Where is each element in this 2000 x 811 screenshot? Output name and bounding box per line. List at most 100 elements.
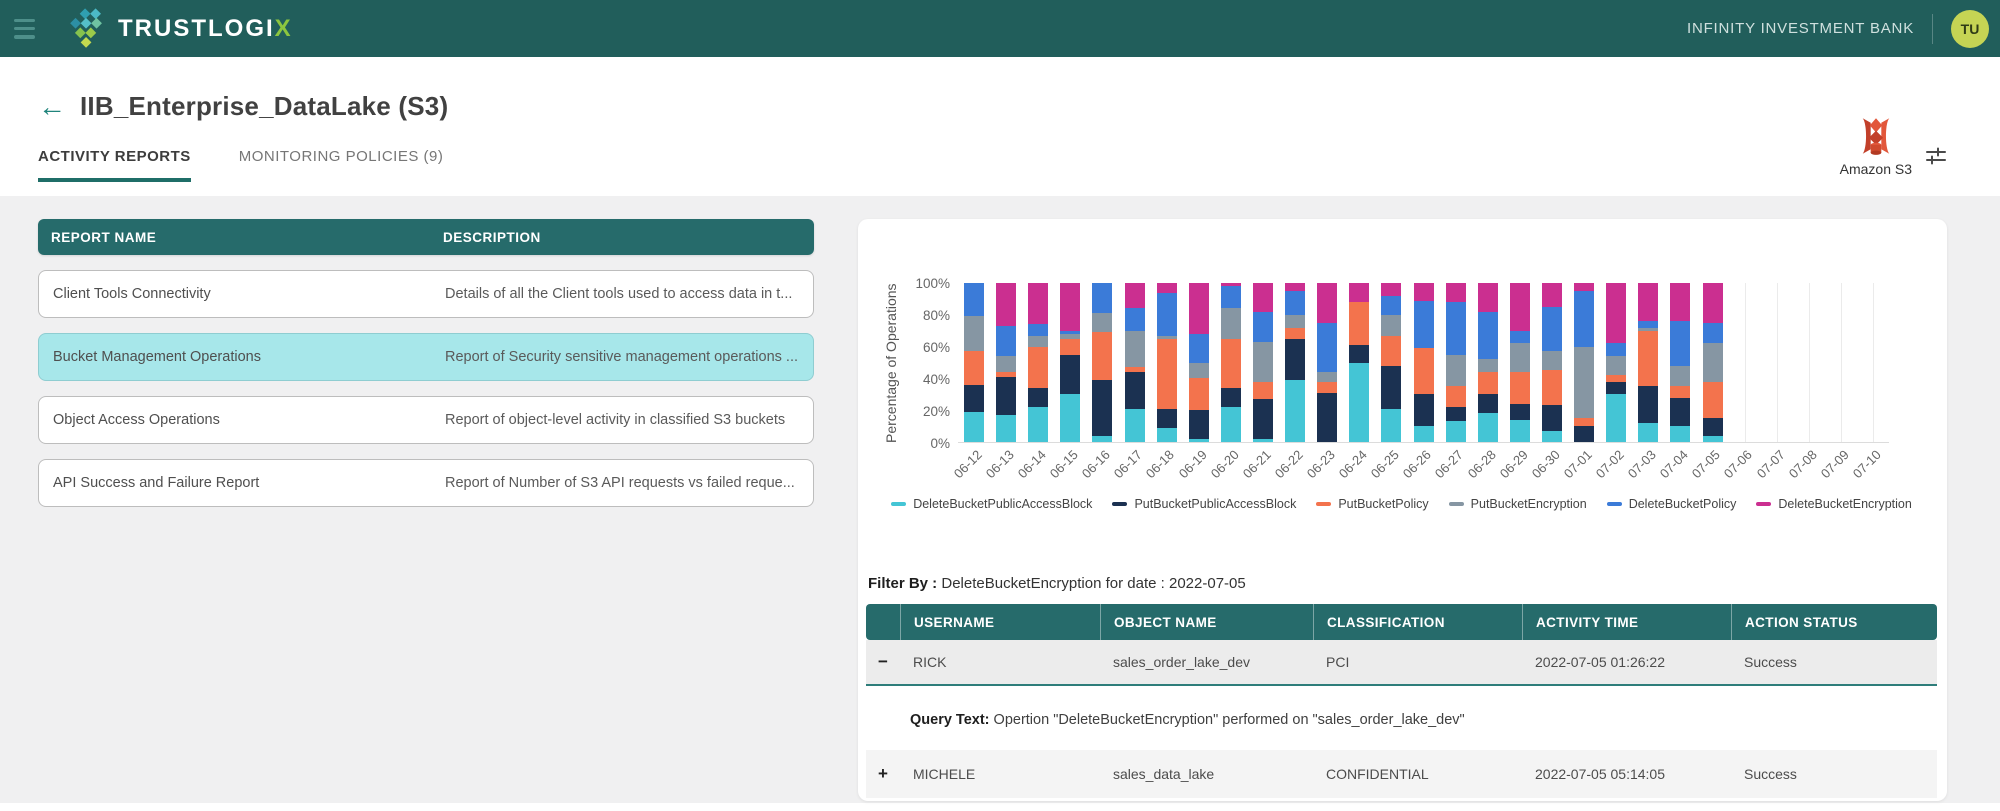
bar-segment[interactable] bbox=[1124, 408, 1145, 442]
stacked-bar[interactable] bbox=[1799, 283, 1819, 442]
stacked-bar[interactable] bbox=[1509, 283, 1530, 442]
bar-segment[interactable] bbox=[1509, 330, 1530, 344]
legend-item-PutBucketPolicy[interactable]: PutBucketPolicy bbox=[1316, 497, 1429, 511]
bar-segment[interactable] bbox=[1477, 311, 1498, 360]
collapse-row-icon[interactable]: − bbox=[866, 652, 900, 672]
bar-segment[interactable] bbox=[1509, 283, 1530, 331]
bar-segment[interactable] bbox=[1317, 392, 1338, 442]
bar-segment[interactable] bbox=[1509, 403, 1530, 420]
bar-segment[interactable] bbox=[1092, 332, 1113, 380]
bar-segment[interactable] bbox=[1156, 283, 1177, 293]
bar-segment[interactable] bbox=[1188, 362, 1209, 379]
report-row-bucket-management[interactable]: Bucket Management Operations Report of S… bbox=[38, 333, 814, 381]
stacked-bar[interactable] bbox=[1188, 283, 1209, 442]
bar-segment[interactable] bbox=[1220, 407, 1241, 442]
bar-segment[interactable] bbox=[1670, 283, 1691, 322]
bar-segment[interactable] bbox=[964, 316, 985, 352]
stacked-bar[interactable] bbox=[1670, 283, 1691, 442]
stacked-bar[interactable] bbox=[1606, 283, 1627, 442]
bar-segment[interactable] bbox=[1445, 302, 1466, 355]
stacked-bar[interactable] bbox=[1767, 283, 1787, 442]
bar-segment[interactable] bbox=[1253, 311, 1274, 342]
bar-segment[interactable] bbox=[1349, 302, 1370, 346]
bar-segment[interactable] bbox=[1670, 365, 1691, 387]
bar-segment[interactable] bbox=[1220, 387, 1241, 408]
bar-segment[interactable] bbox=[1156, 338, 1177, 409]
bar-segment[interactable] bbox=[1413, 426, 1434, 442]
bar-segment[interactable] bbox=[996, 325, 1017, 357]
bar-segment[interactable] bbox=[1253, 341, 1274, 382]
legend-item-DeleteBucketPublicAccessBlock[interactable]: DeleteBucketPublicAccessBlock bbox=[891, 497, 1092, 511]
bar-segment[interactable] bbox=[1124, 308, 1145, 331]
bar-segment[interactable] bbox=[1477, 372, 1498, 395]
bar-segment[interactable] bbox=[1413, 394, 1434, 427]
bar-segment[interactable] bbox=[1220, 338, 1241, 388]
bar-segment[interactable] bbox=[1670, 426, 1691, 442]
stacked-bar[interactable] bbox=[1542, 283, 1563, 442]
expand-row-icon[interactable]: + bbox=[866, 764, 900, 784]
filter-settings-icon[interactable] bbox=[1924, 144, 1948, 173]
bar-segment[interactable] bbox=[1606, 356, 1627, 376]
bar-segment[interactable] bbox=[1381, 365, 1402, 409]
stacked-bar[interactable] bbox=[1028, 283, 1049, 442]
bar-segment[interactable] bbox=[1253, 381, 1274, 400]
bar-segment[interactable] bbox=[1638, 330, 1659, 387]
bar-segment[interactable] bbox=[1253, 399, 1274, 439]
bar-segment[interactable] bbox=[1542, 351, 1563, 371]
bar-segment[interactable] bbox=[1188, 283, 1209, 334]
bar-segment[interactable] bbox=[1317, 322, 1338, 373]
bar-segment[interactable] bbox=[1574, 418, 1595, 427]
bar-segment[interactable] bbox=[1574, 290, 1595, 347]
activity-row-michele[interactable]: + MICHELE sales_data_lake CONFIDENTIAL 2… bbox=[866, 750, 1937, 798]
bar-segment[interactable] bbox=[1606, 394, 1627, 442]
bar-segment[interactable] bbox=[1317, 381, 1338, 393]
stacked-bar[interactable] bbox=[1285, 283, 1306, 442]
bar-segment[interactable] bbox=[964, 351, 985, 385]
back-arrow-icon[interactable]: ← bbox=[38, 92, 66, 121]
legend-item-PutBucketPublicAccessBlock[interactable]: PutBucketPublicAccessBlock bbox=[1112, 497, 1296, 511]
bar-segment[interactable] bbox=[1445, 407, 1466, 422]
stacked-bar[interactable] bbox=[1156, 283, 1177, 442]
menu-icon[interactable] bbox=[14, 18, 40, 39]
bar-segment[interactable] bbox=[1702, 418, 1723, 436]
bar-segment[interactable] bbox=[1702, 283, 1723, 323]
stacked-bar[interactable] bbox=[1381, 283, 1402, 442]
bar-segment[interactable] bbox=[996, 283, 1017, 326]
bar-segment[interactable] bbox=[1317, 283, 1338, 323]
stacked-bar[interactable] bbox=[1317, 283, 1338, 442]
bar-segment[interactable] bbox=[1060, 338, 1081, 355]
tab-activity-reports[interactable]: ACTIVITY REPORTS bbox=[38, 148, 191, 182]
bar-segment[interactable] bbox=[1381, 314, 1402, 336]
bar-segment[interactable] bbox=[1477, 394, 1498, 414]
bar-segment[interactable] bbox=[1477, 283, 1498, 312]
report-row-object-access[interactable]: Object Access Operations Report of objec… bbox=[38, 396, 814, 444]
bar-segment[interactable] bbox=[1124, 372, 1145, 409]
bar-segment[interactable] bbox=[1606, 283, 1627, 344]
bar-segment[interactable] bbox=[1381, 408, 1402, 442]
bar-segment[interactable] bbox=[1702, 435, 1723, 442]
bar-segment[interactable] bbox=[1092, 313, 1113, 333]
bar-segment[interactable] bbox=[1542, 430, 1563, 442]
bar-segment[interactable] bbox=[1060, 394, 1081, 442]
bar-segment[interactable] bbox=[1285, 327, 1306, 339]
bar-segment[interactable] bbox=[1606, 381, 1627, 395]
bar-segment[interactable] bbox=[1060, 354, 1081, 395]
report-row-client-tools[interactable]: Client Tools Connectivity Details of all… bbox=[38, 270, 814, 318]
bar-segment[interactable] bbox=[964, 411, 985, 442]
stacked-bar[interactable] bbox=[1413, 283, 1434, 442]
stacked-bar[interactable] bbox=[1445, 283, 1466, 442]
bar-segment[interactable] bbox=[1413, 300, 1434, 349]
bar-segment[interactable] bbox=[1445, 421, 1466, 442]
bar-segment[interactable] bbox=[1156, 408, 1177, 428]
stacked-bar[interactable] bbox=[1060, 283, 1081, 442]
stacked-bar[interactable] bbox=[1702, 283, 1723, 442]
bar-segment[interactable] bbox=[1317, 372, 1338, 382]
stacked-bar[interactable] bbox=[1253, 283, 1274, 442]
bar-segment[interactable] bbox=[1381, 283, 1402, 296]
bar-segment[interactable] bbox=[1028, 407, 1049, 442]
stacked-bar[interactable] bbox=[1092, 283, 1113, 442]
bar-segment[interactable] bbox=[1253, 283, 1274, 312]
report-row-api-success[interactable]: API Success and Failure Report Report of… bbox=[38, 459, 814, 507]
stacked-bar[interactable] bbox=[1574, 283, 1595, 442]
legend-item-PutBucketEncryption[interactable]: PutBucketEncryption bbox=[1448, 497, 1587, 511]
